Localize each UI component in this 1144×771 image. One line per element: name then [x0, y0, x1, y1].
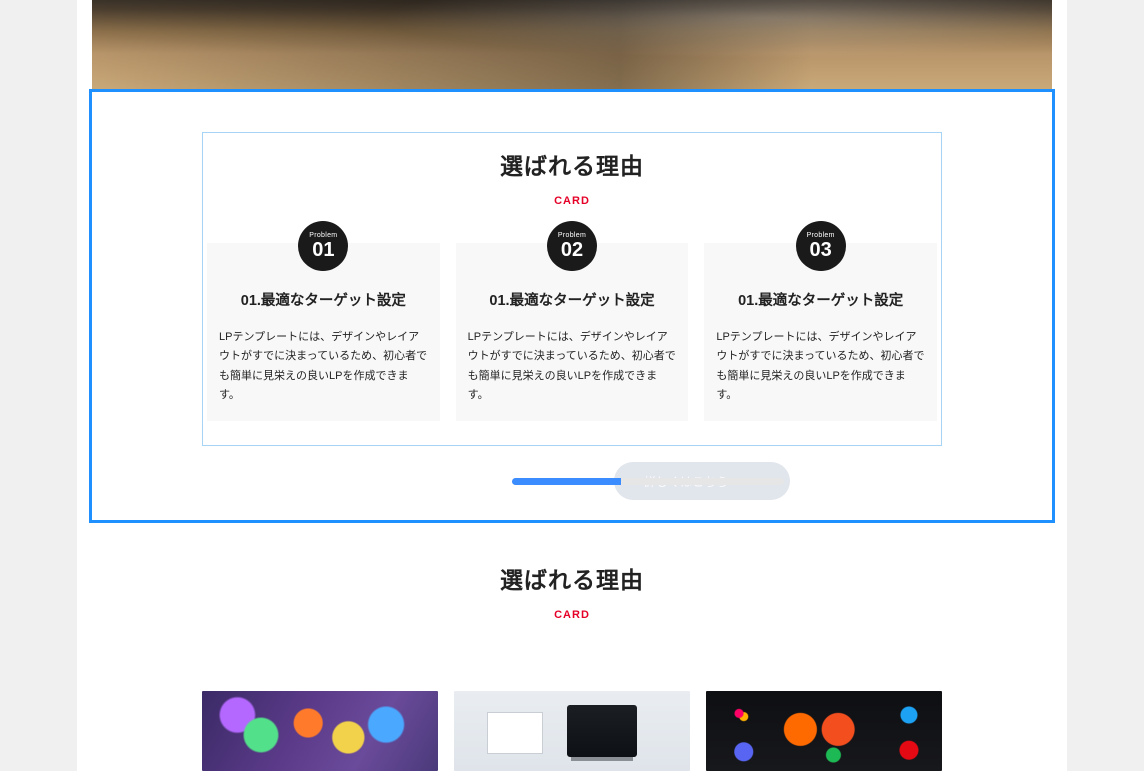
hero-image: [92, 0, 1052, 89]
card-description: LPテンプレートには、デザインやレイアウトがすでに決まっているため、初心者でも簡…: [466, 328, 679, 405]
problem-badge: Problem 01: [298, 221, 348, 271]
section-2: 選ばれる理由 CARD: [92, 523, 1052, 771]
badge-number: 02: [561, 240, 583, 260]
badge-number: 01: [312, 240, 334, 260]
card-title: 01.最適なターゲット設定: [714, 289, 927, 310]
card-title: 01.最適なターゲット設定: [466, 289, 679, 310]
badge-label: Problem: [807, 232, 835, 239]
selected-section-outline[interactable]: 選ばれる理由 CARD Problem 01 01.最適なターゲット設定 LPテ…: [89, 89, 1055, 523]
badge-number: 03: [810, 240, 832, 260]
section-title: 選ばれる理由: [92, 561, 1052, 595]
card-title: 01.最適なターゲット設定: [217, 289, 430, 310]
badge-label: Problem: [309, 232, 337, 239]
problem-card: Problem 03 01.最適なターゲット設定 LPテンプレートには、デザイン…: [704, 243, 937, 421]
problem-badge: Problem 03: [796, 221, 846, 271]
card-description: LPテンプレートには、デザインやレイアウトがすでに決まっているため、初心者でも簡…: [217, 328, 430, 405]
section-title: 選ばれる理由: [203, 147, 941, 181]
badge-label: Problem: [558, 232, 586, 239]
thumbnail-image: [706, 691, 942, 771]
loading-progress-track: [512, 478, 784, 485]
thumbnail-image: [202, 691, 438, 771]
problem-card: Problem 01 01.最適なターゲット設定 LPテンプレートには、デザイン…: [207, 243, 440, 421]
section-card-container: 選ばれる理由 CARD Problem 01 01.最適なターゲット設定 LPテ…: [202, 132, 942, 446]
thumbnail-row: [92, 657, 1052, 771]
cta-area: 詳しくはこちら ›: [92, 460, 1052, 506]
loading-progress-fill: [512, 478, 621, 485]
thumbnail-image: [454, 691, 690, 771]
problem-badge: Problem 02: [547, 221, 597, 271]
card-row: Problem 01 01.最適なターゲット設定 LPテンプレートには、デザイン…: [203, 243, 941, 421]
section-subtitle: CARD: [203, 195, 941, 207]
section-subtitle: CARD: [92, 609, 1052, 621]
page-canvas: 選ばれる理由 CARD Problem 01 01.最適なターゲット設定 LPテ…: [77, 0, 1067, 771]
card-description: LPテンプレートには、デザインやレイアウトがすでに決まっているため、初心者でも簡…: [714, 328, 927, 405]
problem-card: Problem 02 01.最適なターゲット設定 LPテンプレートには、デザイン…: [456, 243, 689, 421]
